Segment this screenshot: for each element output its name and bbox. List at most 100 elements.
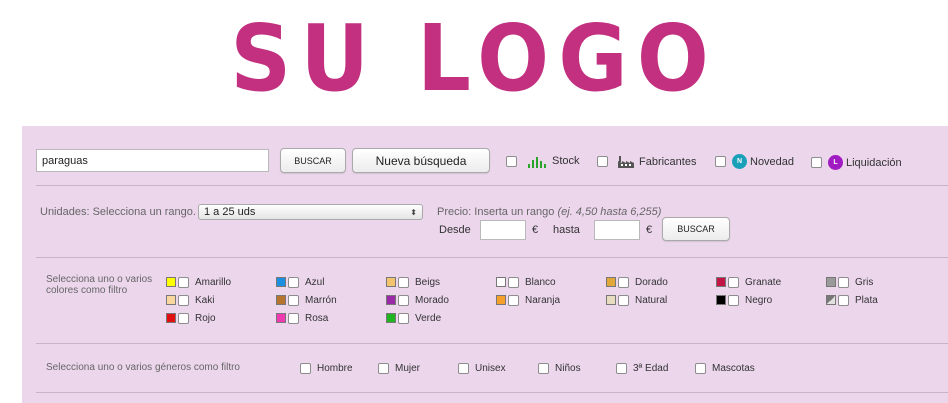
color-checkbox[interactable]: [288, 312, 299, 324]
color-option[interactable]: Blanco: [496, 276, 556, 288]
color-checkbox[interactable]: [838, 276, 849, 288]
liquidacion-badge-icon: L: [828, 155, 843, 170]
gender-checkbox[interactable]: [378, 362, 389, 374]
color-option[interactable]: Rosa: [276, 312, 328, 324]
price-search-button[interactable]: BUSCAR: [662, 217, 730, 241]
color-checkbox[interactable]: [288, 276, 299, 288]
search-input[interactable]: [36, 149, 269, 172]
search-button[interactable]: BUSCAR: [280, 148, 346, 173]
divider: [36, 257, 948, 258]
color-swatch: [276, 313, 286, 323]
novedad-badge-icon: N: [732, 154, 747, 169]
gender-option[interactable]: Niños: [538, 362, 581, 374]
color-option[interactable]: Granate: [716, 276, 781, 288]
divider: [36, 185, 948, 186]
color-label: Kaki: [195, 294, 215, 306]
gender-checkbox[interactable]: [695, 362, 706, 374]
color-checkbox[interactable]: [398, 294, 409, 306]
fabricantes-checkbox[interactable]: [597, 156, 608, 167]
gender-label: Niños: [555, 362, 581, 374]
color-label: Rosa: [305, 312, 329, 324]
color-checkbox[interactable]: [508, 294, 519, 306]
price-label: Precio: Inserta un rango: [437, 206, 555, 218]
gender-option[interactable]: Unisex: [458, 362, 506, 374]
color-checkbox[interactable]: [288, 294, 299, 306]
color-option[interactable]: Morado: [386, 294, 449, 306]
color-label: Gris: [855, 276, 874, 288]
currency-symbol: €: [532, 224, 539, 236]
price-to-input[interactable]: [594, 220, 640, 240]
color-swatch: [826, 277, 836, 287]
color-option[interactable]: Azul: [276, 276, 324, 288]
color-swatch: [606, 277, 616, 287]
color-checkbox[interactable]: [178, 276, 189, 288]
color-option[interactable]: Kaki: [166, 294, 214, 306]
liquidacion-checkbox[interactable]: [811, 157, 822, 168]
gender-option[interactable]: 3ª Edad: [616, 362, 668, 374]
gender-option[interactable]: Hombre: [300, 362, 353, 374]
color-option[interactable]: Naranja: [496, 294, 560, 306]
novedad-checkbox[interactable]: [715, 156, 726, 167]
gender-option[interactable]: Mujer: [378, 362, 420, 374]
color-option[interactable]: Amarillo: [166, 276, 231, 288]
color-option[interactable]: Beigs: [386, 276, 440, 288]
color-label: Morado: [415, 294, 449, 306]
currency-symbol: €: [646, 224, 653, 236]
units-select[interactable]: 1 a 25 uds ⬍: [198, 204, 423, 220]
color-checkbox[interactable]: [618, 294, 629, 306]
gender-checkbox[interactable]: [538, 362, 549, 374]
stock-checkbox[interactable]: [506, 155, 517, 167]
color-checkbox[interactable]: [398, 312, 409, 324]
filter-fabricantes[interactable]: Fabricantes: [597, 155, 696, 168]
filter-stock[interactable]: Stock: [506, 155, 580, 168]
color-option[interactable]: Marrón: [276, 294, 337, 306]
color-option[interactable]: Dorado: [606, 276, 668, 288]
color-swatch: [386, 277, 396, 287]
color-checkbox[interactable]: [178, 312, 189, 324]
color-option[interactable]: Negro: [716, 294, 772, 306]
color-label: Azul: [305, 276, 325, 288]
gender-checkbox[interactable]: [458, 362, 469, 374]
divider: [36, 392, 948, 393]
color-label: Beigs: [415, 276, 441, 288]
gender-option[interactable]: Mascotas: [695, 362, 755, 374]
color-checkbox[interactable]: [618, 276, 629, 288]
color-checkbox[interactable]: [398, 276, 409, 288]
color-swatch: [166, 277, 176, 287]
color-label: Verde: [415, 312, 442, 324]
gender-checkbox[interactable]: [616, 362, 627, 374]
color-label: Amarillo: [195, 276, 232, 288]
color-option[interactable]: Natural: [606, 294, 667, 306]
filter-panel: BUSCAR Nueva búsqueda Stock Fab: [22, 126, 948, 403]
color-option[interactable]: Rojo: [166, 312, 216, 324]
filter-liquidacion[interactable]: L Liquidación: [811, 155, 902, 170]
color-checkbox[interactable]: [728, 276, 739, 288]
novedad-label: Novedad: [750, 155, 795, 168]
gender-label: Mujer: [395, 362, 421, 374]
gender-checkbox[interactable]: [300, 362, 311, 374]
color-option[interactable]: Gris: [826, 276, 873, 288]
color-swatch: [606, 295, 616, 305]
color-label: Natural: [635, 294, 668, 306]
new-search-button[interactable]: Nueva búsqueda: [352, 148, 490, 173]
filter-novedad[interactable]: N Novedad: [715, 154, 794, 169]
units-label: Unidades: Selecciona un rango.: [40, 206, 196, 218]
color-checkbox[interactable]: [728, 294, 739, 306]
color-label: Rojo: [195, 312, 216, 324]
price-from-input[interactable]: [480, 220, 526, 240]
color-label: Blanco: [525, 276, 556, 288]
color-label: Marrón: [305, 294, 337, 306]
color-option[interactable]: Verde: [386, 312, 441, 324]
price-example: (ej. 4,50 hasta 6,255): [557, 206, 662, 218]
factory-icon: [618, 155, 634, 168]
stock-label: Stock: [552, 155, 580, 167]
color-label: Dorado: [635, 276, 668, 288]
color-checkbox[interactable]: [508, 276, 519, 288]
color-checkbox[interactable]: [838, 294, 849, 306]
genders-label: Selecciona uno o varios géneros como fil…: [46, 362, 240, 373]
liquidacion-label: Liquidación: [846, 156, 902, 169]
fabricantes-label: Fabricantes: [639, 155, 697, 168]
color-checkbox[interactable]: [178, 294, 189, 306]
color-option[interactable]: Plata: [826, 294, 878, 306]
divider: [36, 343, 948, 344]
